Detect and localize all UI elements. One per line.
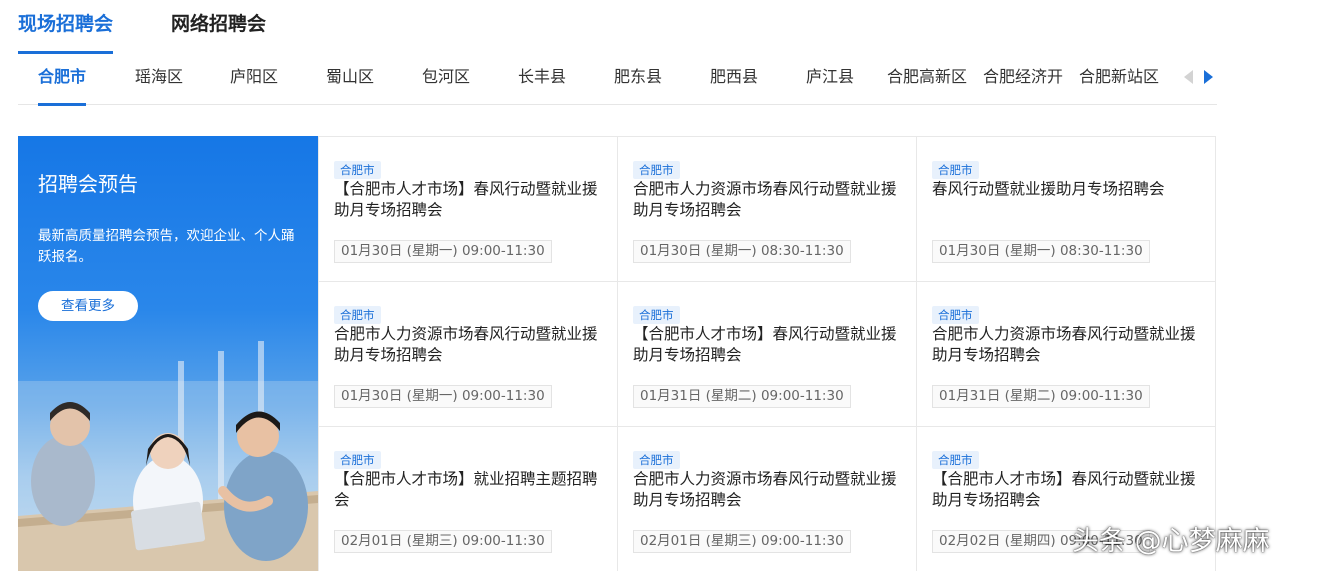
fair-title[interactable]: 合肥市人力资源市场春风行动暨就业援助月专场招聘会 xyxy=(633,179,908,221)
district-tab-bar: 合肥市 瑶海区 庐阳区 蜀山区 包河区 长丰县 肥东县 肥西县 庐江县 合肥高新… xyxy=(18,52,1217,106)
fair-card[interactable]: 合肥市 合肥市人力资源市场春风行动暨就业援助月专场招聘会 02月01日 (星期三… xyxy=(617,427,916,571)
fair-card[interactable]: 合肥市 【合肥市人才市场】就业招聘主题招聘会 02月01日 (星期三) 09:0… xyxy=(318,427,617,571)
tab-online-fair[interactable]: 网络招聘会 xyxy=(171,0,266,52)
fair-title[interactable]: 【合肥市人才市场】春风行动暨就业援助月专场招聘会 xyxy=(334,179,609,221)
region-badge: 合肥市 xyxy=(334,451,381,469)
fair-time: 01月30日 (星期一) 08:30-11:30 xyxy=(932,240,1150,263)
fair-title[interactable]: 合肥市人力资源市场春风行动暨就业援助月专场招聘会 xyxy=(932,324,1207,366)
district-tab-baohe[interactable]: 包河区 xyxy=(422,52,470,105)
district-tab-xinzhan[interactable]: 合肥新站区 xyxy=(1079,52,1159,105)
view-more-button[interactable]: 查看更多 xyxy=(38,291,138,321)
region-badge: 合肥市 xyxy=(334,161,381,179)
fair-card[interactable]: 合肥市 合肥市人力资源市场春风行动暨就业援助月专场招聘会 01月30日 (星期一… xyxy=(318,282,617,427)
promo-title: 招聘会预告 xyxy=(38,172,138,196)
fair-title[interactable]: 合肥市人力资源市场春风行动暨就业援助月专场招聘会 xyxy=(334,324,609,366)
main-tabs: 现场招聘会 网络招聘会 xyxy=(18,0,324,54)
fair-card[interactable]: 合肥市 合肥市人力资源市场春风行动暨就业援助月专场招聘会 01月31日 (星期二… xyxy=(916,282,1215,427)
fair-time: 01月30日 (星期一) 09:00-11:30 xyxy=(334,385,552,408)
chevron-right-icon[interactable] xyxy=(1204,70,1213,84)
fair-preview-panel: 招聘会预告 最新高质量招聘会预告，欢迎企业、个人踊跃报名。 查看更多 xyxy=(18,136,318,571)
promo-description: 最新高质量招聘会预告，欢迎企业、个人踊跃报名。 xyxy=(38,228,295,265)
fair-card[interactable]: 合肥市 合肥市人力资源市场春风行动暨就业援助月专场招聘会 01月30日 (星期一… xyxy=(617,137,916,282)
fair-time: 01月31日 (星期二) 09:00-11:30 xyxy=(932,385,1150,408)
district-tab-lujiang[interactable]: 庐江县 xyxy=(806,52,854,105)
district-tab-shushan[interactable]: 蜀山区 xyxy=(326,52,374,105)
region-badge: 合肥市 xyxy=(334,306,381,324)
tab-onsite-fair[interactable]: 现场招聘会 xyxy=(18,0,114,54)
fair-time: 01月30日 (星期一) 09:00-11:30 xyxy=(334,240,552,263)
district-tab-hefei[interactable]: 合肥市 xyxy=(38,52,87,106)
fair-title[interactable]: 【合肥市人才市场】就业招聘主题招聘会 xyxy=(334,469,609,511)
fair-card[interactable]: 合肥市 【合肥市人才市场】春风行动暨就业援助月专场招聘会 01月31日 (星期二… xyxy=(617,282,916,427)
fair-title[interactable]: 【合肥市人才市场】春风行动暨就业援助月专场招聘会 xyxy=(932,469,1207,511)
district-tab-changfeng[interactable]: 长丰县 xyxy=(518,52,566,105)
district-tab-luyang[interactable]: 庐阳区 xyxy=(230,52,278,105)
district-tab-hightech[interactable]: 合肥高新区 xyxy=(887,52,967,105)
fair-title[interactable]: 合肥市人力资源市场春风行动暨就业援助月专场招聘会 xyxy=(633,469,908,511)
region-badge: 合肥市 xyxy=(633,451,680,469)
district-tab-yaohai[interactable]: 瑶海区 xyxy=(135,52,183,105)
district-tab-feixi[interactable]: 肥西县 xyxy=(710,52,758,105)
region-badge: 合肥市 xyxy=(932,161,979,179)
district-tab-economic[interactable]: 合肥经济开 xyxy=(983,52,1063,105)
region-badge: 合肥市 xyxy=(932,306,979,324)
meeting-illustration xyxy=(18,341,318,571)
fair-card[interactable]: 合肥市 【合肥市人才市场】春风行动暨就业援助月专场招聘会 01月30日 (星期一… xyxy=(318,137,617,282)
region-badge: 合肥市 xyxy=(633,306,680,324)
district-tab-feidong[interactable]: 肥东县 xyxy=(614,52,662,105)
fair-time: 02月01日 (星期三) 09:00-11:30 xyxy=(633,530,851,553)
watermark: 头条 @心梦麻麻 xyxy=(1072,526,1270,557)
fair-title[interactable]: 【合肥市人才市场】春风行动暨就业援助月专场招聘会 xyxy=(633,324,908,366)
fair-card[interactable]: 合肥市 春风行动暨就业援助月专场招聘会 01月30日 (星期一) 08:30-1… xyxy=(916,137,1215,282)
fair-list-grid: 合肥市 【合肥市人才市场】春风行动暨就业援助月专场招聘会 01月30日 (星期一… xyxy=(318,136,1216,571)
fair-time: 01月31日 (星期二) 09:00-11:30 xyxy=(633,385,851,408)
chevron-left-icon[interactable] xyxy=(1184,70,1193,84)
fair-title[interactable]: 春风行动暨就业援助月专场招聘会 xyxy=(932,179,1207,200)
fair-time: 01月30日 (星期一) 08:30-11:30 xyxy=(633,240,851,263)
region-badge: 合肥市 xyxy=(932,451,979,469)
region-badge: 合肥市 xyxy=(633,161,680,179)
fair-time: 02月01日 (星期三) 09:00-11:30 xyxy=(334,530,552,553)
